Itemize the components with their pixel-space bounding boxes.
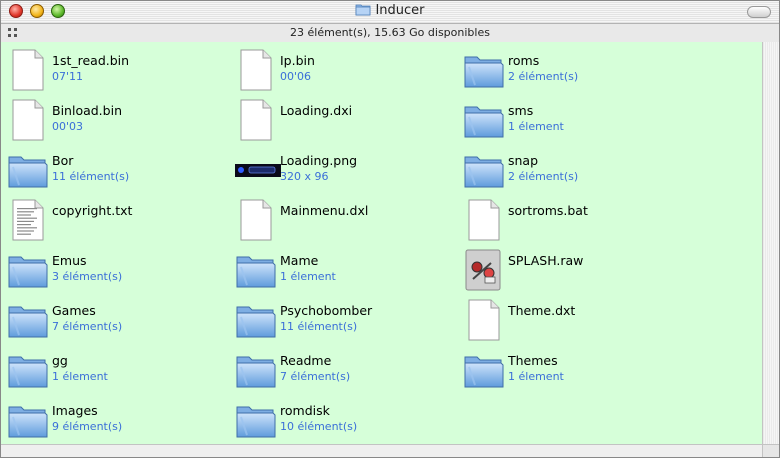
file-browser-content: 1st_read.bin 07'11 Binload.bin 00'03 Bor 11 é… <box>1 42 763 445</box>
folder-icon <box>463 349 505 391</box>
file-item[interactable]: Binload.bin 00'03 <box>7 97 227 143</box>
folder-icon <box>463 49 505 91</box>
finder-window: Inducer 23 élément(s), 15.63 Go disponib… <box>0 0 780 458</box>
file-item[interactable]: Psychobomber 11 élément(s) <box>235 297 455 343</box>
file-name: Ip.bin <box>280 53 315 68</box>
document-icon <box>235 99 277 141</box>
folder-icon <box>463 149 505 191</box>
file-item[interactable]: sms 1 élement <box>463 97 683 143</box>
file-name: 1st_read.bin <box>52 53 130 68</box>
file-name: gg <box>52 353 68 368</box>
folder-icon <box>356 4 371 16</box>
file-info: 7 élément(s) <box>52 320 123 333</box>
file-info: 10 élément(s) <box>280 420 358 433</box>
file-item[interactable]: sortroms.bat <box>463 197 683 243</box>
folder-icon <box>7 299 49 341</box>
file-item[interactable]: 1st_read.bin 07'11 <box>7 47 227 93</box>
status-bar: 23 élément(s), 15.63 Go disponibles <box>1 24 779 43</box>
file-info: 1 élement <box>280 270 336 283</box>
document-icon <box>463 199 505 241</box>
window-title: Inducer <box>1 3 779 18</box>
file-item[interactable]: snap 2 élément(s) <box>463 147 683 193</box>
status-text: 23 élément(s), 15.63 Go disponibles <box>290 26 490 39</box>
file-name: SPLASH.raw <box>508 253 584 268</box>
folder-icon <box>7 349 49 391</box>
file-name: Mame <box>280 253 319 268</box>
file-name: snap <box>508 153 539 168</box>
file-name: Emus <box>52 253 87 268</box>
file-info: 320 x 96 <box>280 170 329 183</box>
horizontal-scrollbar[interactable] <box>1 444 763 457</box>
file-info: 7 élément(s) <box>280 370 351 383</box>
file-item[interactable]: Mame 1 élement <box>235 247 455 293</box>
title-bar[interactable]: Inducer <box>1 1 779 24</box>
folder-icon <box>235 299 277 341</box>
file-item[interactable]: Loading.dxi <box>235 97 455 143</box>
document-icon <box>235 49 277 91</box>
file-name: Psychobomber <box>280 303 373 318</box>
file-name: Bor <box>52 153 74 168</box>
file-item[interactable]: Ip.bin 00'06 <box>235 47 455 93</box>
text-file-icon <box>7 199 49 241</box>
file-name: Themes <box>508 353 558 368</box>
document-icon <box>235 199 277 241</box>
folder-icon <box>463 99 505 141</box>
file-name: copyright.txt <box>52 203 133 218</box>
file-name: Binload.bin <box>52 103 122 118</box>
window-title-text: Inducer <box>375 3 425 18</box>
document-icon <box>7 49 49 91</box>
folder-icon <box>235 249 277 291</box>
file-info: 2 élément(s) <box>508 170 579 183</box>
folder-icon <box>235 399 277 441</box>
file-name: sms <box>508 103 534 118</box>
file-info: 11 élément(s) <box>280 320 358 333</box>
file-item[interactable]: Loading.png 320 x 96 <box>235 147 455 193</box>
raw-image-icon <box>463 249 505 291</box>
file-name: sortroms.bat <box>508 203 588 218</box>
file-info: 3 élément(s) <box>52 270 123 283</box>
file-item[interactable]: Games 7 élément(s) <box>7 297 227 343</box>
file-item[interactable]: Emus 3 élément(s) <box>7 247 227 293</box>
file-info: 1 élement <box>508 370 564 383</box>
folder-icon <box>7 149 49 191</box>
file-name: Games <box>52 303 96 318</box>
file-info: 1 élement <box>508 120 564 133</box>
file-item[interactable]: Theme.dxt <box>463 297 683 343</box>
file-name: Theme.dxt <box>508 303 576 318</box>
image-thumbnail-icon <box>235 149 281 191</box>
file-item[interactable]: roms 2 élément(s) <box>463 47 683 93</box>
document-icon <box>7 99 49 141</box>
toolbar-toggle-button[interactable] <box>747 6 771 18</box>
file-info: 00'06 <box>280 70 312 83</box>
file-item[interactable]: gg 1 élement <box>7 347 227 393</box>
file-name: Images <box>52 403 98 418</box>
resize-handle[interactable] <box>762 444 779 457</box>
file-item[interactable]: SPLASH.raw <box>463 247 683 293</box>
file-info: 9 élément(s) <box>52 420 123 433</box>
file-item[interactable]: romdisk 10 élément(s) <box>235 397 455 443</box>
file-name: Loading.png <box>280 153 358 168</box>
file-item[interactable]: copyright.txt <box>7 197 227 243</box>
file-item[interactable]: Themes 1 élement <box>463 347 683 393</box>
document-icon <box>463 299 505 341</box>
file-info: 1 élement <box>52 370 108 383</box>
file-item[interactable]: Images 9 élément(s) <box>7 397 227 443</box>
file-name: Readme <box>280 353 332 368</box>
file-info: 00'03 <box>52 120 84 133</box>
folder-icon <box>235 349 277 391</box>
file-name: Loading.dxi <box>280 103 353 118</box>
file-name: romdisk <box>280 403 330 418</box>
file-item[interactable]: Mainmenu.dxl <box>235 197 455 243</box>
folder-icon <box>7 399 49 441</box>
vertical-scrollbar[interactable] <box>762 42 779 445</box>
file-name: roms <box>508 53 540 68</box>
file-info: 2 élément(s) <box>508 70 579 83</box>
file-info: 11 élément(s) <box>52 170 130 183</box>
folder-icon <box>7 249 49 291</box>
file-name: Mainmenu.dxl <box>280 203 369 218</box>
file-item[interactable]: Readme 7 élément(s) <box>235 347 455 393</box>
file-item[interactable]: Bor 11 élément(s) <box>7 147 227 193</box>
file-info: 07'11 <box>52 70 84 83</box>
view-toggle-icon[interactable] <box>7 27 19 39</box>
